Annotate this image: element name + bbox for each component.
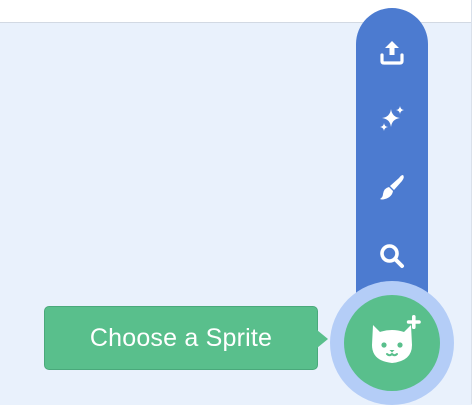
upload-icon <box>377 37 407 67</box>
search-icon <box>377 241 407 271</box>
paintbrush-icon <box>377 172 407 202</box>
tooltip-label: Choose a Sprite <box>89 323 273 352</box>
upload-sprite-button[interactable] <box>356 26 428 78</box>
surprise-button[interactable] <box>356 92 428 144</box>
choose-sprite-search-button[interactable] <box>356 230 428 282</box>
paint-button[interactable] <box>356 161 428 213</box>
choose-sprite-tooltip: Choose a Sprite <box>44 306 318 370</box>
tooltip-arrow <box>317 330 328 348</box>
cat-plus-icon <box>360 311 424 375</box>
sparkles-icon <box>377 103 407 133</box>
choose-sprite-button[interactable] <box>344 295 440 391</box>
